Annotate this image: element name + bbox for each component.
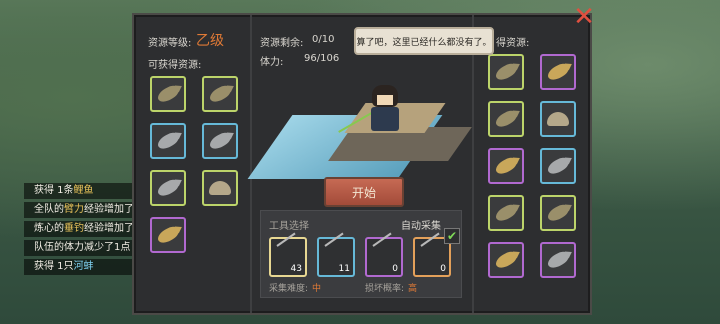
- resource-slot[interactable]: [150, 76, 186, 112]
- close-icon[interactable]: ✕: [573, 4, 595, 30]
- gathering-panel: 资源等级: 乙级 可获得资源: 资源剩余: 0/10 体力: 96/106 得资…: [132, 13, 592, 315]
- resource-slot[interactable]: [540, 54, 576, 90]
- fish-icon: [155, 83, 181, 105]
- speech-bubble: 算了吧，这里已经什么都没有了。: [354, 27, 494, 55]
- resource-slot[interactable]: [540, 148, 576, 184]
- fish-icon: [493, 249, 519, 271]
- clam-icon: [547, 112, 569, 126]
- fish-icon: [493, 202, 519, 224]
- right-column: 得资源:: [472, 15, 592, 313]
- damage-label: 损坏概率:: [365, 284, 405, 294]
- resource-slot[interactable]: [202, 170, 238, 206]
- fish-icon: [155, 224, 181, 246]
- resource-slot[interactable]: [488, 242, 524, 278]
- stamina-label: 体力:: [260, 57, 284, 68]
- difficulty-label: 采集难度:: [269, 284, 309, 294]
- resource-slot[interactable]: [488, 54, 524, 90]
- resource-slot[interactable]: [488, 101, 524, 137]
- tool-selection-box: 工具选择 自动采集 43 11 0 0 采集难度: 中 损坏概率: 高: [260, 210, 462, 298]
- fish-icon: [155, 130, 181, 152]
- fish-icon: [493, 155, 519, 177]
- resource-slot[interactable]: [488, 195, 524, 231]
- tool-count: 43: [290, 264, 302, 274]
- resource-slot[interactable]: [488, 148, 524, 184]
- fish-icon: [493, 61, 519, 83]
- resource-slot[interactable]: [150, 217, 186, 253]
- resource-slot[interactable]: [540, 101, 576, 137]
- tool-slot[interactable]: 43: [269, 232, 307, 277]
- clam-icon: [209, 181, 231, 195]
- resource-slot[interactable]: [150, 170, 186, 206]
- tool-count: 11: [338, 264, 350, 274]
- start-button[interactable]: 开始: [324, 177, 404, 207]
- tool-count: 0: [440, 264, 446, 274]
- tool-slot[interactable]: 0: [365, 232, 403, 277]
- tool-count: 0: [392, 264, 398, 274]
- check-icon: ✔: [446, 229, 458, 243]
- auto-gather-checkbox[interactable]: ✔: [444, 228, 460, 244]
- fish-icon: [155, 177, 181, 199]
- fish-icon: [545, 249, 571, 271]
- tool-slot[interactable]: 11: [317, 232, 355, 277]
- fish-icon: [207, 83, 233, 105]
- resource-slot[interactable]: [540, 242, 576, 278]
- stamina-value: 96/106: [304, 53, 340, 64]
- auto-gather-label: 自动采集: [401, 221, 441, 232]
- fish-icon: [545, 155, 571, 177]
- fish-icon: [545, 202, 571, 224]
- difficulty-value: 中: [312, 284, 322, 294]
- player-character: [370, 85, 400, 135]
- damage-value: 高: [408, 284, 418, 294]
- remaining-value: 0/10: [312, 34, 335, 45]
- grade-label: 资源等级:: [148, 38, 192, 49]
- fish-icon: [545, 61, 571, 83]
- resource-slot[interactable]: [540, 195, 576, 231]
- fish-icon: [207, 130, 233, 152]
- resource-slot[interactable]: [202, 123, 238, 159]
- fishing-rod-icon: [324, 232, 344, 247]
- right-obtainable-label: 得资源:: [496, 38, 530, 49]
- obtainable-label: 可获得资源:: [148, 60, 202, 71]
- fishing-scene: [247, 75, 472, 185]
- fishing-rod-icon: [372, 232, 392, 247]
- resource-slot[interactable]: [202, 76, 238, 112]
- fish-icon: [493, 108, 519, 130]
- damage-row: 损坏概率: 高: [365, 281, 417, 294]
- fishing-rod-icon: [420, 232, 440, 247]
- remaining-label: 资源剩余:: [260, 38, 304, 49]
- difficulty-row: 采集难度: 中: [269, 281, 321, 294]
- resource-slot[interactable]: [150, 123, 186, 159]
- grade-value: 乙级: [196, 33, 224, 49]
- left-column: 资源等级: 乙级 可获得资源:: [134, 15, 252, 313]
- tool-section-label: 工具选择: [269, 221, 309, 232]
- fishing-rod-icon: [276, 232, 296, 247]
